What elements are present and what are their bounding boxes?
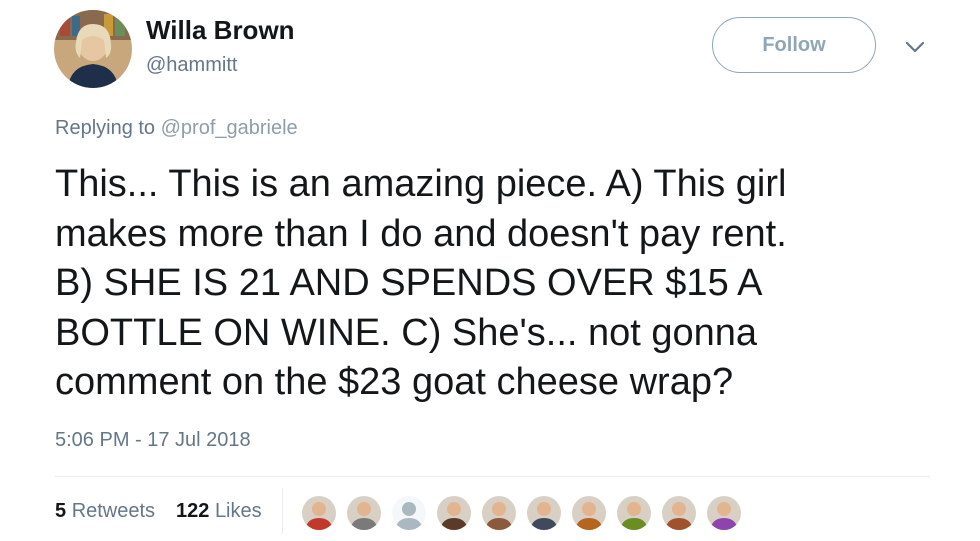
- liker-avatar-4[interactable]: [435, 494, 473, 532]
- liker-avatar-1[interactable]: [300, 494, 338, 532]
- tweet-text-line: comment on the $23 goat cheese wrap?: [55, 361, 734, 403]
- liker-avatar-2[interactable]: [345, 494, 383, 532]
- retweets-count: 5: [55, 500, 67, 522]
- display-name[interactable]: Willa Brown: [146, 15, 295, 46]
- liker-avatar-10[interactable]: [705, 494, 743, 532]
- liker-avatar-6[interactable]: [525, 494, 563, 532]
- tweet-timestamp[interactable]: 5:06 PM - 17 Jul 2018: [55, 429, 251, 452]
- liker-avatar-8[interactable]: [615, 494, 653, 532]
- profile-photo-icon: [54, 10, 132, 88]
- likes-label: Likes: [214, 500, 262, 522]
- likes-count: 122: [176, 500, 210, 522]
- tweet-text-line: makes more than I do and doesn't pay ren…: [55, 212, 787, 255]
- tweet-text: This... This is an amazing piece. A) Thi…: [55, 160, 935, 408]
- tweet-text-line: B) SHE IS 21 AND SPENDS OVER $15 A: [55, 262, 763, 304]
- reply-mention-link[interactable]: @prof_gabriele: [161, 117, 298, 139]
- replying-to-label: Replying to: [55, 117, 156, 139]
- tweet-text-line: This... This is an amazing piece. A) Thi…: [55, 163, 787, 205]
- likes-stat[interactable]: 122 Likes: [176, 500, 262, 523]
- retweets-label: Retweets: [71, 500, 156, 522]
- liker-avatar-5[interactable]: [480, 494, 518, 532]
- replying-to: Replying to @prof_gabriele: [55, 117, 298, 140]
- divider: [55, 476, 930, 477]
- retweets-stat[interactable]: 5 Retweets: [55, 500, 155, 523]
- follow-button[interactable]: Follow: [712, 17, 876, 73]
- default-avatar-icon[interactable]: [390, 494, 428, 532]
- liker-avatar-9[interactable]: [660, 494, 698, 532]
- chevron-down-icon[interactable]: [904, 38, 926, 56]
- stats-divider: [282, 488, 283, 534]
- user-handle[interactable]: @hammitt: [146, 54, 237, 77]
- avatar[interactable]: [54, 10, 132, 88]
- liker-avatar-7[interactable]: [570, 494, 608, 532]
- tweet-text-line: BOTTLE ON WINE. C) She's... not gonna: [55, 311, 758, 354]
